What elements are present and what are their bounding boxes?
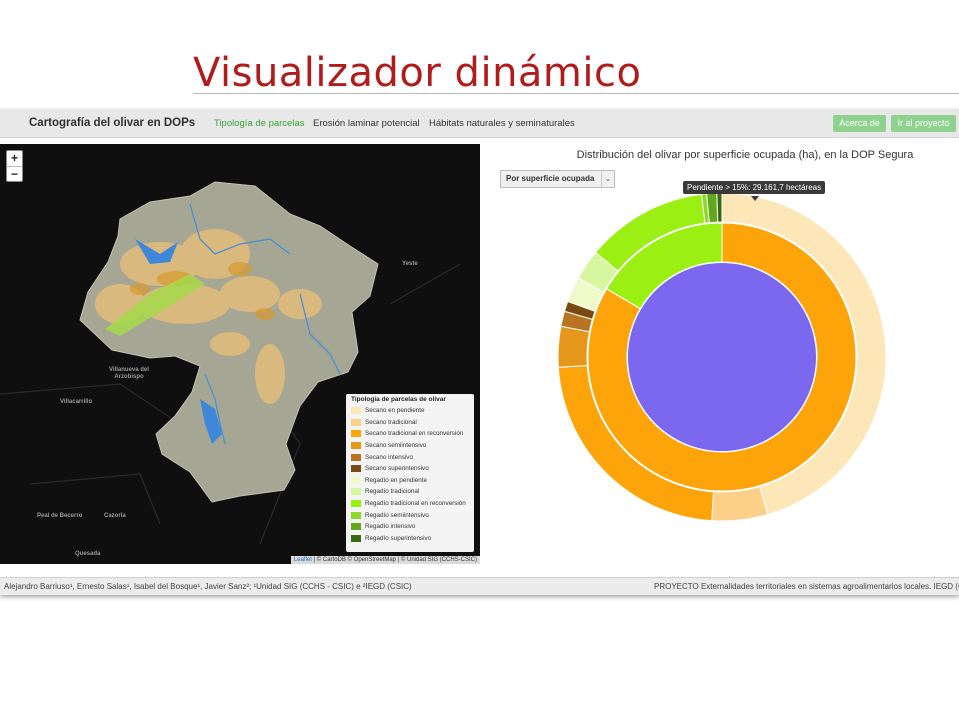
legend-item: Secano tradicional	[351, 417, 469, 429]
sunburst-outer-slice[interactable]	[594, 193, 706, 272]
legend-item: Regadío intensivo	[351, 521, 469, 533]
sunburst-outer-slice[interactable]	[711, 486, 769, 522]
legend-item: Secano en pendiente	[351, 405, 469, 417]
about-button[interactable]: Acerca de	[833, 115, 886, 132]
nav-habitats[interactable]: Hábitats naturales y seminaturales	[429, 118, 575, 129]
legend-label: Secano tradicional en reconversión	[365, 430, 464, 438]
brand-title[interactable]: Cartografía del olivar en DOPs	[29, 117, 195, 129]
chevron-down-icon: ⌄	[601, 171, 614, 187]
sunburst-outer-slice[interactable]	[706, 192, 719, 224]
place-label: Villanueva del Arzobispo	[109, 367, 149, 380]
sunburst-outer-slice[interactable]	[716, 192, 723, 223]
chart-tooltip: Pendiente > 15%: 29.161,7 hectáreas	[683, 181, 826, 194]
sunburst-outer-slice[interactable]	[557, 325, 590, 368]
map-attribution: Leaflet | © CartoDB © OpenStreetMap | © …	[290, 556, 480, 564]
legend-label: Secano en pendiente	[365, 407, 425, 415]
legend-swatch	[351, 488, 361, 496]
legend-item: Secano superintensivo	[351, 463, 469, 475]
tooltip-pointer	[751, 196, 759, 201]
place-label: Cazorla	[104, 513, 126, 519]
navbar: Cartografía del olivar en DOPs Tipología…	[0, 109, 959, 138]
select-value: Por superficie ocupada	[506, 174, 595, 183]
attribution-text: | © CartoDB © OpenStreetMap | © Unidad S…	[311, 557, 477, 563]
footer: Alejandro Barriuso¹, Ernesto Salas¹, Isa…	[0, 577, 959, 595]
legend-item: Secano intensivo	[351, 451, 469, 463]
sunburst-outer-slice[interactable]	[567, 277, 605, 312]
legend-swatch	[351, 511, 361, 519]
zoom-out-button[interactable]: −	[7, 167, 22, 182]
legend-label: Regadío intensivo	[365, 523, 416, 531]
sunburst-center[interactable]	[628, 263, 816, 451]
sunburst-outer-slice[interactable]	[700, 193, 710, 224]
legend-swatch	[351, 500, 361, 508]
legend-label: Regadío semiintensivo	[365, 511, 429, 519]
place-label: Yeste	[402, 261, 418, 267]
legend-label: Regadío tradicional en reconversión	[365, 500, 466, 508]
legend-swatch	[351, 476, 361, 484]
legend-label: Secano superintensivo	[365, 465, 429, 473]
sunburst-outer-slice[interactable]	[577, 251, 619, 293]
legend-swatch	[351, 534, 361, 542]
sunburst-outer-slice[interactable]	[560, 310, 593, 333]
metric-select[interactable]: Por superficie ocupada ⌄	[500, 170, 615, 188]
place-label: Villacarrillo	[60, 399, 93, 405]
legend-item: Regadío tradicional en reconversión	[351, 498, 469, 510]
sunburst-outer-slice[interactable]	[563, 300, 596, 320]
legend-items: Secano en pendiente Secano tradicional Sec…	[351, 405, 469, 544]
nav-tipologia[interactable]: Tipología de parcelas	[214, 118, 304, 129]
sunburst-inner-slice[interactable]	[605, 222, 723, 310]
place-label: Peal de Becerro	[37, 513, 83, 519]
footer-authors: Alejandro Barriuso¹, Ernesto Salas¹, Isa…	[4, 582, 412, 591]
legend-swatch	[351, 418, 361, 426]
legend-swatch	[351, 453, 361, 461]
legend-swatch	[351, 442, 361, 450]
legend-item: Regadío superintensivo	[351, 533, 469, 545]
legend-swatch	[351, 523, 361, 531]
legend-label: Secano semiintensivo	[365, 442, 427, 450]
project-button[interactable]: Ir al proyecto	[891, 115, 956, 132]
legend-label: Secano tradicional	[365, 418, 417, 426]
map-view[interactable]: + − Yeste Villanueva del Arzobispo Villa…	[0, 144, 480, 564]
title-divider	[193, 93, 959, 94]
leaflet-link[interactable]: Leaflet	[294, 557, 312, 563]
legend-label: Regadío superintensivo	[365, 534, 432, 542]
legend-label: Regadío en pendiente	[365, 476, 427, 484]
app-screenshot: Cartografía del olivar en DOPs Tipología…	[0, 109, 959, 595]
nav-erosion[interactable]: Erosión laminar potencial	[313, 118, 420, 129]
legend-swatch	[351, 465, 361, 473]
legend-item: Regadío tradicional	[351, 486, 469, 498]
sunburst-outer-slice[interactable]	[721, 192, 887, 516]
legend-label: Regadío tradicional	[365, 488, 420, 496]
slide-title: Visualizador dinámico	[193, 50, 642, 96]
footer-project: PROYECTO Externalidades territoriales en…	[654, 582, 959, 591]
zoom-control: + −	[6, 150, 23, 182]
legend-swatch	[351, 430, 361, 438]
legend-label: Secano intensivo	[365, 453, 413, 461]
legend-title: Tipología de parcelas de olivar	[351, 396, 446, 403]
place-label: Quesada	[75, 551, 101, 557]
sunburst-outer-slice[interactable]	[557, 364, 715, 522]
legend-item: Regadío semiintensivo	[351, 509, 469, 521]
zoom-in-button[interactable]: +	[7, 151, 22, 167]
chart-title: Distribución del olivar por superficie o…	[576, 149, 914, 161]
legend-item: Secano semiintensivo	[351, 440, 469, 452]
map-legend: Tipología de parcelas de olivar Secano e…	[346, 394, 474, 552]
legend-item: Secano tradicional en reconversión	[351, 428, 469, 440]
legend-swatch	[351, 407, 361, 415]
sunburst-inner-slice[interactable]	[587, 222, 857, 492]
legend-item: Regadío en pendiente	[351, 475, 469, 487]
